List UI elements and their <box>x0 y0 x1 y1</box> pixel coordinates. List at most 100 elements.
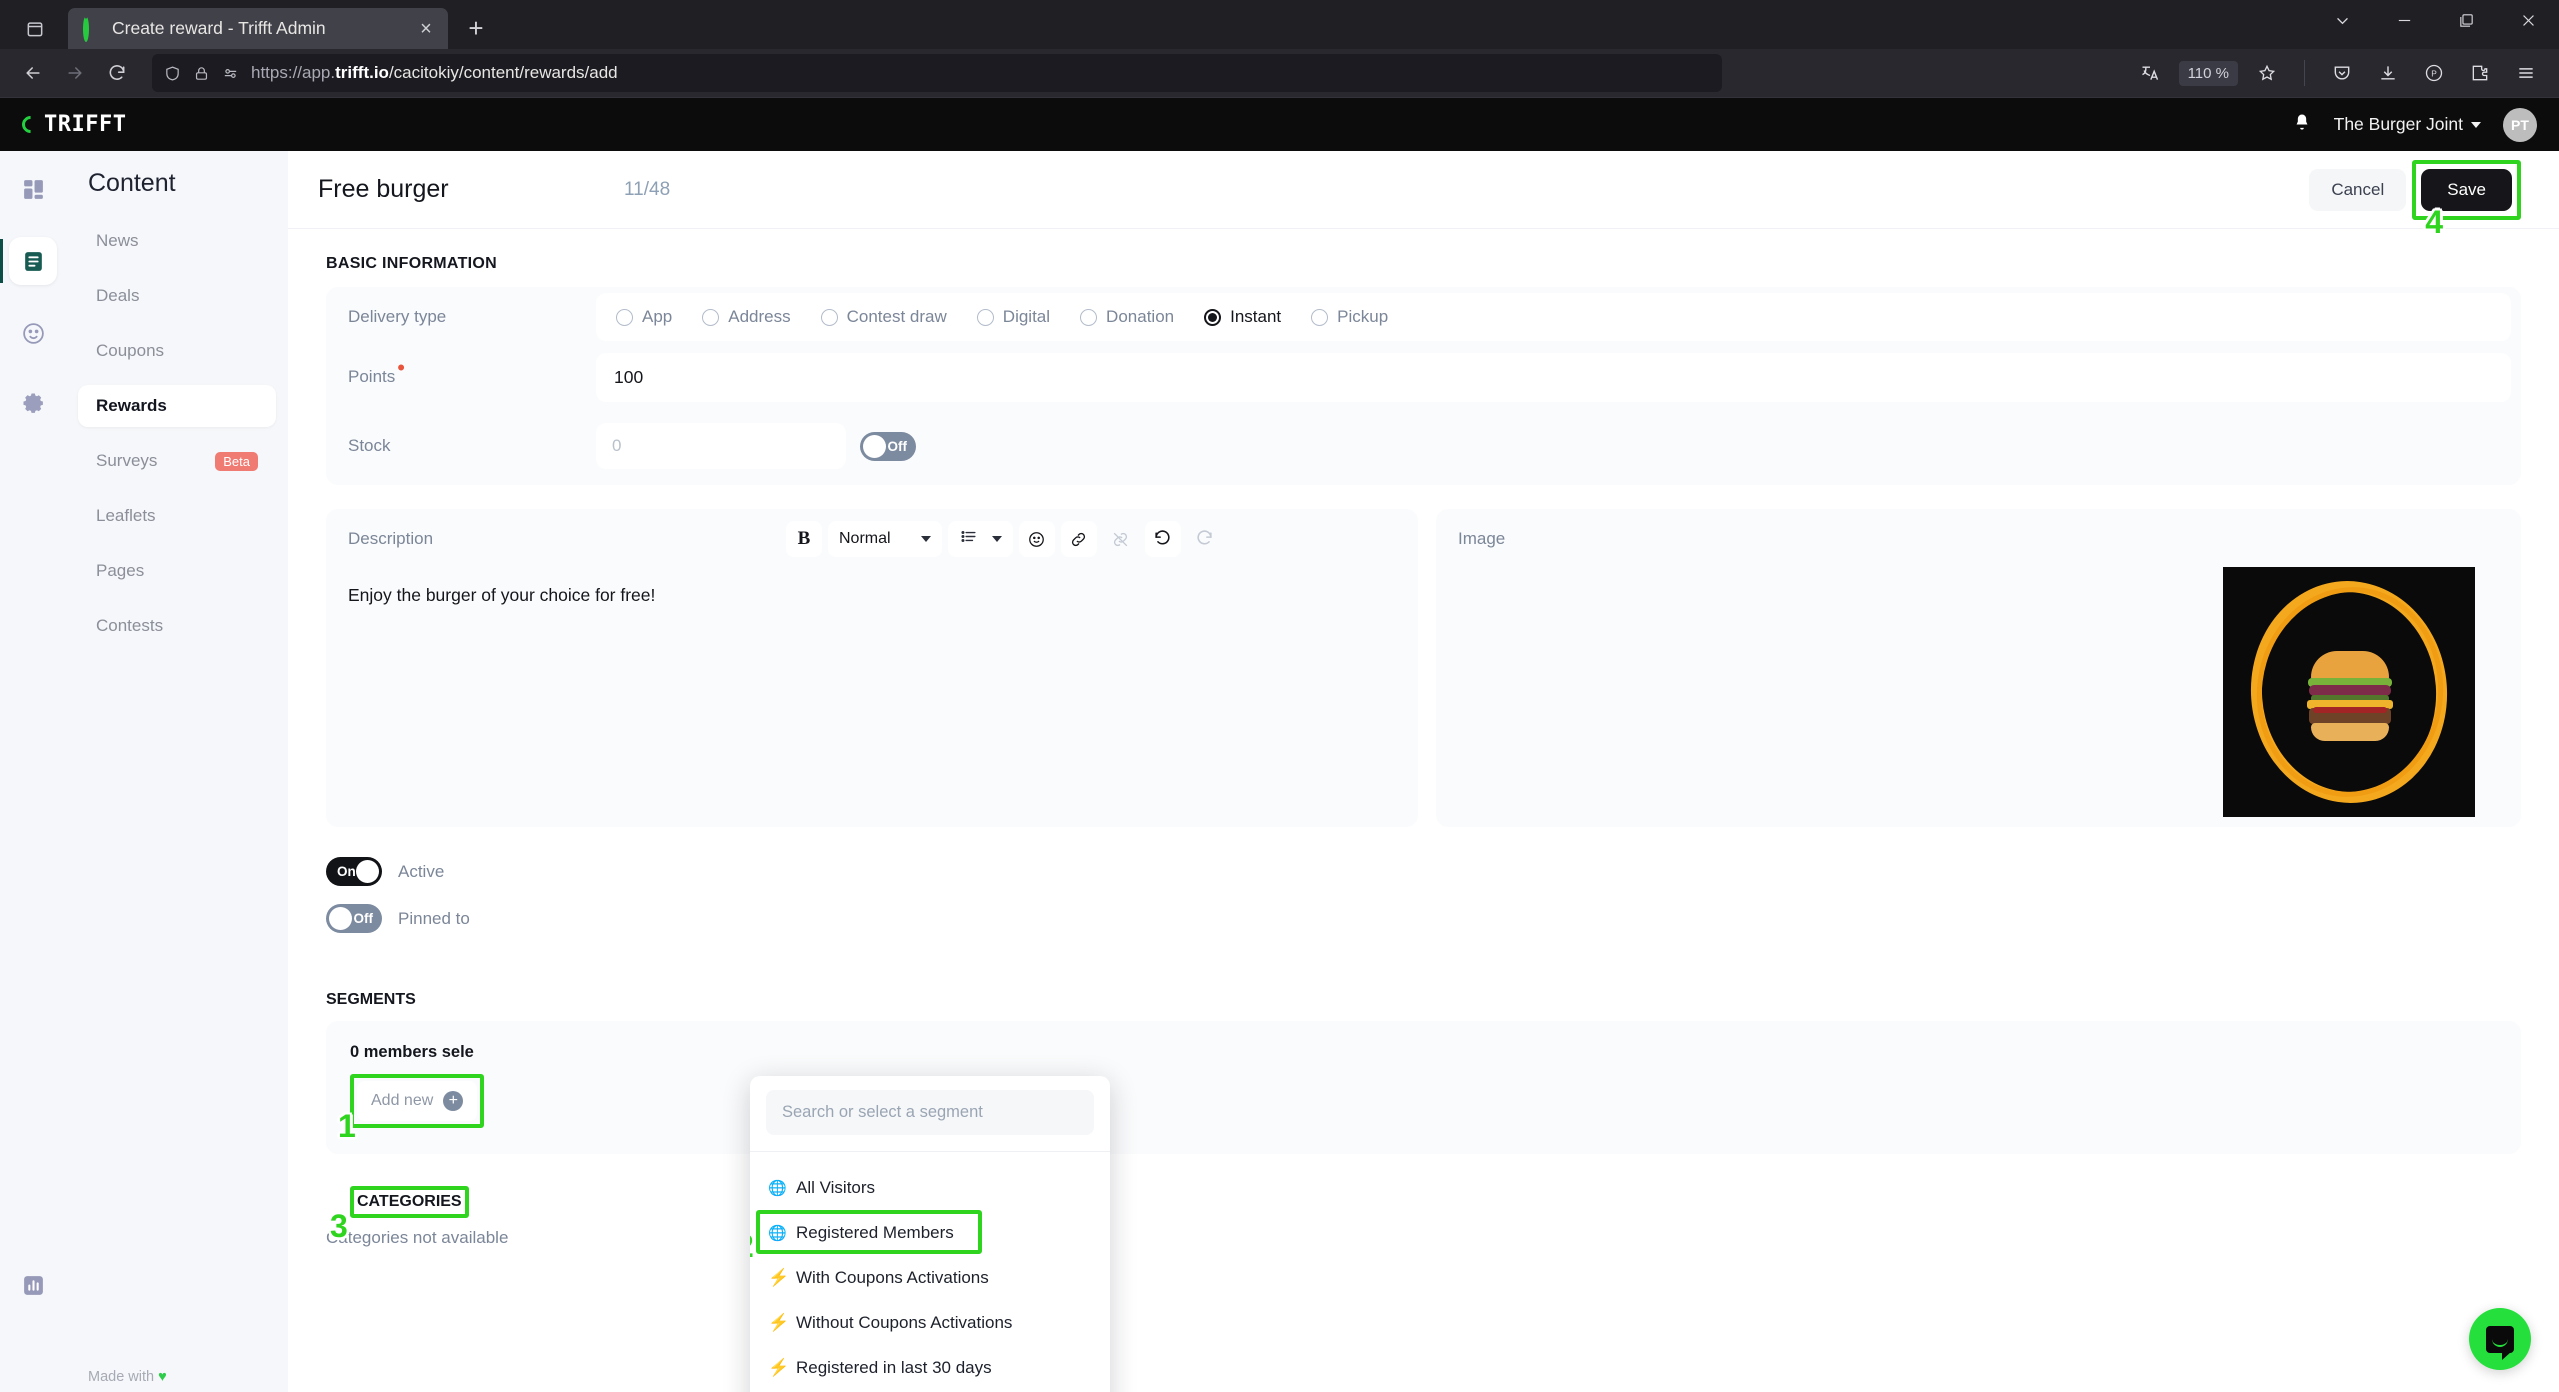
sidebar-item-surveys[interactable]: Surveys Beta <box>78 440 276 482</box>
window-close-icon[interactable] <box>2497 0 2559 41</box>
tab-list-icon[interactable] <box>8 8 62 49</box>
radio-label: Digital <box>1002 307 1051 326</box>
burger-illustration <box>2307 651 2393 741</box>
points-field: 100 <box>596 352 2511 402</box>
stock-toggle[interactable]: Off <box>860 431 916 461</box>
editor-toolbar: B Normal <box>786 521 1223 557</box>
navbar-actions: 110 % P <box>2129 52 2547 94</box>
avatar[interactable]: PT <box>2503 107 2537 142</box>
burger-thumbnail[interactable] <box>2223 567 2475 817</box>
delivery-type-row: Delivery type App Address Contest draw D… <box>326 287 2521 347</box>
rail-item-dashboard[interactable] <box>9 165 57 213</box>
extensions-icon[interactable] <box>2459 52 2501 94</box>
segment-registered-last-30-days[interactable]: ⚡ Registered in last 30 days <box>750 1348 1110 1387</box>
zoom-level[interactable]: 110 % <box>2178 60 2238 86</box>
delivery-type-radio-group: App Address Contest draw Digital Donatio… <box>596 293 2511 341</box>
rail-item-content[interactable] <box>0 237 57 285</box>
star-icon[interactable] <box>2246 52 2288 94</box>
sidebar-item-label: Pages <box>96 561 145 580</box>
profile-icon[interactable]: P <box>2413 52 2455 94</box>
sidebar-item-rewards[interactable]: Rewards <box>78 385 276 427</box>
permissions-icon[interactable] <box>222 65 239 82</box>
style-dropdown[interactable]: Normal <box>828 521 942 557</box>
back-arrow-icon[interactable] <box>12 52 54 94</box>
sidebar-item-coupons[interactable]: Coupons <box>78 330 276 372</box>
points-label-text: Points <box>348 367 396 386</box>
segment-dropdown[interactable]: Search or select a segment 🌐 All Visitor… <box>750 1076 1110 1392</box>
radio-digital[interactable]: Digital <box>976 307 1051 327</box>
toggle-knob <box>329 907 352 930</box>
segment-without-coupons-activations[interactable]: ⚡ Without Coupons Activations <box>750 1303 1110 1342</box>
download-icon[interactable] <box>2367 52 2409 94</box>
radio-address[interactable]: Address <box>702 307 791 327</box>
bell-icon[interactable] <box>2292 112 2312 137</box>
segment-search-input[interactable]: Search or select a segment <box>766 1090 1094 1135</box>
shield-icon[interactable] <box>164 65 181 82</box>
description-image-panels: Description B Normal Enjoy the burger of… <box>326 509 2521 827</box>
active-toggle[interactable]: On <box>326 857 382 886</box>
annotation-number-1: 1 <box>338 1108 356 1144</box>
chevron-down-icon <box>2471 121 2481 128</box>
new-tab-button[interactable]: + <box>456 8 496 48</box>
delivery-type-field: App Address Contest draw Digital Donatio… <box>596 293 2511 341</box>
header-buttons: Cancel Save 4 <box>2309 159 2521 240</box>
list-dropdown[interactable] <box>947 521 1013 557</box>
segment-with-coupons-activations[interactable]: ⚡ With Coupons Activations <box>750 1258 1110 1297</box>
radio-dot <box>616 308 633 326</box>
segment-item-wrapper: 🌐 All Visitors <box>750 1165 1110 1210</box>
link-icon[interactable] <box>1060 521 1097 557</box>
bold-icon[interactable]: B <box>786 521 822 557</box>
points-input[interactable]: 100 <box>596 352 2511 402</box>
account-switcher[interactable]: The Burger Joint <box>2334 114 2481 135</box>
hamburger-menu-icon[interactable] <box>2505 52 2547 94</box>
radio-pickup[interactable]: Pickup <box>1311 307 1388 327</box>
segment-registered-members[interactable]: 🌐 Registered Members <box>750 1213 1110 1252</box>
rail-item-analytics[interactable] <box>9 1261 57 1309</box>
form-scroll-area: BASIC INFORMATION Delivery type App Addr… <box>288 229 2559 1248</box>
description-text[interactable]: Enjoy the burger of your choice for free… <box>326 549 1418 606</box>
stock-input[interactable]: 0 <box>596 423 846 469</box>
rail-bottom <box>9 1261 57 1392</box>
lock-icon[interactable] <box>193 65 210 82</box>
section-basic-information: BASIC INFORMATION <box>326 255 498 272</box>
sidebar-item-news[interactable]: News <box>78 220 276 262</box>
maximize-icon[interactable] <box>2435 0 2497 41</box>
pocket-icon[interactable] <box>2321 52 2363 94</box>
radio-donation[interactable]: Donation <box>1080 307 1174 327</box>
chat-bubble-icon[interactable] <box>2469 1308 2531 1370</box>
rail-item-settings[interactable] <box>9 381 57 429</box>
sidebar-item-pages[interactable]: Pages <box>78 550 276 592</box>
undo-icon[interactable] <box>1144 521 1181 557</box>
browser-tab[interactable]: Create reward - Trifft Admin × <box>68 8 448 49</box>
footer-made-with: Made with <box>88 1369 155 1386</box>
address-bar[interactable]: https://app.trifft.io/cacitokiy/content/… <box>152 54 1722 92</box>
sidebar-item-deals[interactable]: Deals <box>78 275 276 317</box>
cancel-button[interactable]: Cancel <box>2309 168 2407 211</box>
forward-arrow-icon[interactable] <box>54 52 96 94</box>
segment-item-wrapper: 🌐 Registered Members 2 <box>750 1210 1110 1264</box>
bolt-icon: ⚡ <box>768 1357 790 1377</box>
pinned-toggle[interactable]: Off <box>326 904 382 933</box>
sidebar-item-leaflets[interactable]: Leaflets <box>78 495 276 537</box>
toggle-state-label: Off <box>353 911 374 926</box>
chevron-down-icon[interactable] <box>2311 0 2373 41</box>
radio-contest-draw[interactable]: Contest draw <box>820 307 947 327</box>
segment-all-visitors[interactable]: 🌐 All Visitors <box>750 1168 1110 1207</box>
sidebar-item-contests[interactable]: Contests <box>78 605 276 647</box>
emoji-icon[interactable] <box>1018 521 1055 557</box>
add-new-button[interactable]: Add new + <box>357 1081 478 1121</box>
reload-icon[interactable] <box>96 52 138 94</box>
radio-instant[interactable]: Instant <box>1204 307 1281 327</box>
brand-logo[interactable]: TRIFFT <box>18 112 126 137</box>
minimize-icon[interactable] <box>2373 0 2435 41</box>
rail-item-engagement[interactable] <box>9 309 57 357</box>
segment-item-wrapper: ⚡ With Coupons Activations <box>750 1255 1110 1300</box>
radio-dot <box>820 308 838 326</box>
radio-app[interactable]: App <box>616 307 672 327</box>
description-panel: Description B Normal Enjoy the burger of… <box>326 509 1418 827</box>
active-toggle-row: On Active <box>326 857 2521 886</box>
sidebar-item-label: Contests <box>96 616 164 635</box>
heart-icon: ♥ <box>158 1369 167 1386</box>
close-icon[interactable]: × <box>412 15 440 43</box>
translate-icon[interactable] <box>2129 52 2171 94</box>
